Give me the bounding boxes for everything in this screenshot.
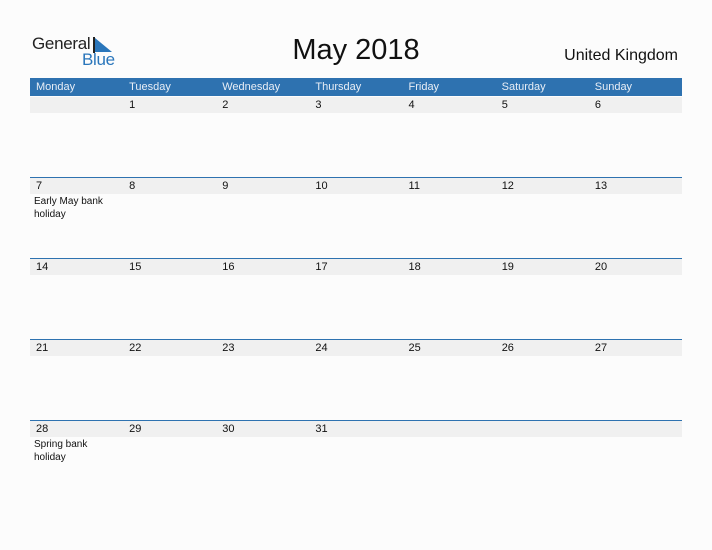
day-number: 20 (594, 261, 608, 273)
day-cell: 21 (30, 340, 123, 420)
day-number: 12 (501, 180, 514, 192)
day-cell (589, 421, 682, 501)
day-cell (496, 421, 589, 501)
day-number: 5 (501, 99, 508, 111)
day-number: 23 (222, 342, 235, 354)
weekday-header: Monday Tuesday Wednesday Thursday Friday… (30, 78, 682, 96)
day-number: 17 (315, 261, 328, 273)
day-cell: 16 (216, 259, 309, 339)
day-cell: 7 Early May bank holiday (30, 178, 123, 258)
day-number: 13 (594, 180, 608, 192)
day-number: 2 (222, 99, 229, 111)
day-cell (403, 421, 496, 501)
day-number: 21 (36, 342, 49, 354)
day-cell: 6 (589, 97, 682, 177)
day-cell: 9 (216, 178, 309, 258)
country-label: United Kingdom (564, 47, 678, 64)
day-number: 22 (129, 342, 142, 354)
day-cell: 11 (403, 178, 496, 258)
week-row: 28 Spring bank holiday 29 30 31 (30, 420, 682, 502)
day-cell: 29 (123, 421, 216, 501)
day-cell (30, 97, 123, 177)
day-number: 26 (501, 342, 514, 354)
weekday-saturday: Saturday (501, 81, 546, 93)
day-cell: 20 (589, 259, 682, 339)
day-number: 19 (501, 261, 514, 273)
day-number: 15 (129, 261, 142, 273)
day-cell: 23 (216, 340, 309, 420)
day-cell: 26 (496, 340, 589, 420)
week-row: 1 2 3 4 5 6 (30, 97, 682, 178)
day-number: 16 (222, 261, 235, 273)
day-number: 18 (408, 261, 421, 273)
day-cell: 18 (403, 259, 496, 339)
day-cell: 13 (589, 178, 682, 258)
day-number: 1 (129, 99, 136, 111)
week-row: 21 22 23 24 25 26 27 (30, 339, 682, 421)
day-cell: 3 (309, 97, 402, 177)
day-cell: 17 (309, 259, 402, 339)
day-number: 28 (36, 423, 49, 435)
weekday-thursday: Thursday (315, 81, 362, 93)
day-number: 3 (315, 99, 322, 111)
day-cell: 8 (123, 178, 216, 258)
weekday-tuesday: Tuesday (129, 81, 171, 93)
day-number: 25 (408, 342, 421, 354)
day-number: 10 (315, 180, 328, 192)
day-cell: 31 (309, 421, 402, 501)
day-cell: 30 (216, 421, 309, 501)
day-cell: 27 (589, 340, 682, 420)
day-cell: 4 (403, 97, 496, 177)
day-cell: 2 (216, 97, 309, 177)
day-number: 30 (222, 423, 235, 435)
day-number: 6 (594, 99, 601, 111)
day-number: 11 (408, 180, 420, 192)
day-cell: 19 (496, 259, 589, 339)
day-cell: 22 (123, 340, 216, 420)
day-cell: 1 (123, 97, 216, 177)
day-cell: 5 (496, 97, 589, 177)
day-cell: 25 (403, 340, 496, 420)
week-row: 7 Early May bank holiday 8 9 10 11 12 13 (30, 177, 682, 259)
day-number: 4 (408, 99, 415, 111)
day-number: 24 (315, 342, 328, 354)
day-number: 9 (222, 180, 229, 192)
week-row: 14 15 16 17 18 19 20 (30, 258, 682, 340)
day-number: 8 (129, 180, 136, 192)
day-number: 29 (129, 423, 142, 435)
weekday-monday: Monday (36, 81, 76, 93)
weekday-sunday: Sunday (594, 81, 633, 93)
day-number: 7 (36, 180, 43, 192)
weekday-friday: Friday (408, 81, 440, 93)
day-cell: 12 (496, 178, 589, 258)
day-cell: 14 (30, 259, 123, 339)
holiday-label: Spring bank holiday (34, 439, 88, 463)
day-cell: 24 (309, 340, 402, 420)
day-cell: 28 Spring bank holiday (30, 421, 123, 501)
day-cell: 15 (123, 259, 216, 339)
day-number: 31 (315, 423, 328, 435)
day-number: 27 (594, 342, 608, 354)
weekday-wednesday: Wednesday (222, 81, 281, 93)
holiday-label: Early May bank holiday (34, 196, 103, 220)
day-cell: 10 (309, 178, 402, 258)
day-number: 14 (36, 261, 49, 273)
